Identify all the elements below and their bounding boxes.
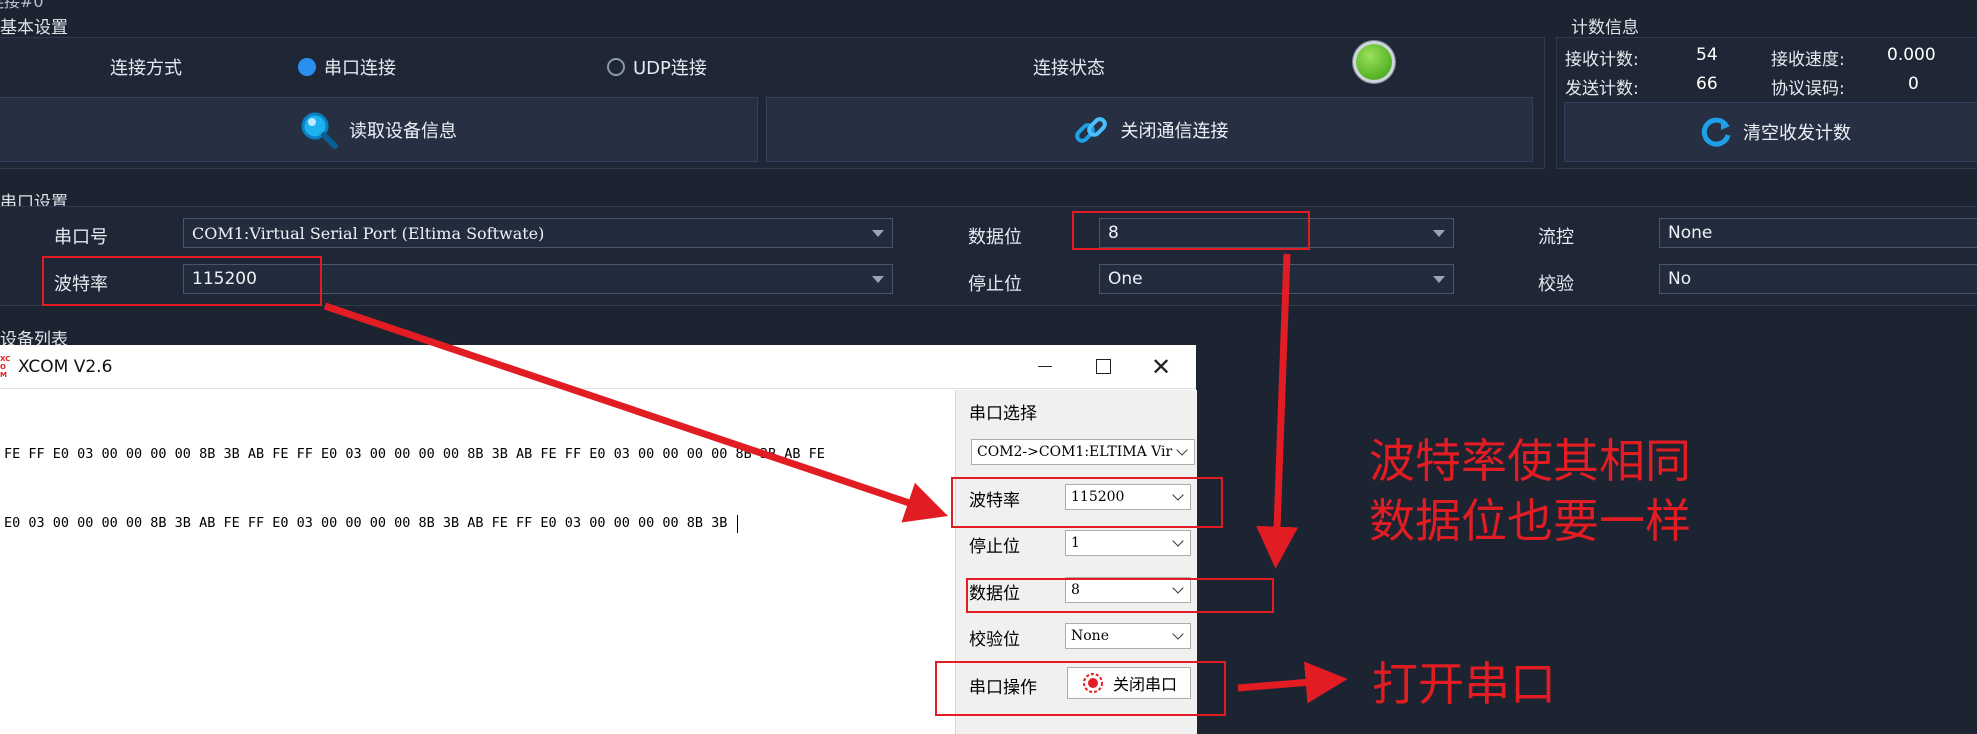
annotation-open-port: 打开串口 [1372, 657, 1556, 711]
arrow-databits [1256, 253, 1299, 569]
arrow-baud [323, 302, 948, 523]
annotation-arrows [323, 253, 1348, 704]
annotation-text-1: 波特率使其相同 [1369, 434, 1691, 488]
annotation-text-2: 数据位也要一样 [1369, 494, 1691, 548]
arrow-open-port [1237, 661, 1348, 704]
